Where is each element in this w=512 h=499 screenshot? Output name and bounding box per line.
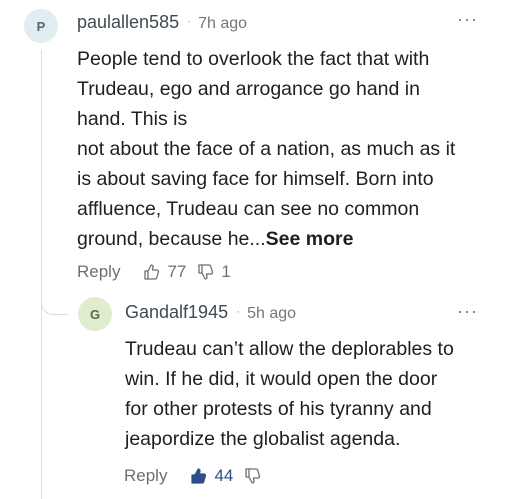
reply-button[interactable]: Reply [77,262,120,282]
comment-line: affluence, Trudeau can see no common [77,198,420,220]
more-options-icon[interactable]: ··· [457,10,478,28]
comment-line: is about saving face for himself. Born i… [77,168,434,190]
username[interactable]: paulallen585 [77,12,179,33]
reply-timestamp: 5h ago [247,305,297,322]
comment-body: People tend to overlook the fact that wi… [77,44,497,254]
like-count: 77 [167,262,187,281]
thumbs-down-icon[interactable] [243,466,263,486]
timestamp: 7h ago [198,15,248,32]
separator-dot: · [187,14,192,28]
reply-avatar[interactable]: G [78,297,112,331]
like-count: 44 [214,466,234,485]
comment-line: hand. This is [77,108,188,130]
reply-actions: Reply 44 [124,466,268,486]
thumbs-up-icon[interactable] [142,262,162,282]
reply-button[interactable]: Reply [124,466,167,486]
thread-line [41,50,42,499]
reply-connector [41,300,68,315]
reply-line: for other protests of his tyranny and [125,398,432,420]
reply-body: Trudeau can’t allow the deplorables to w… [125,334,500,454]
see-more-link[interactable]: See more [266,228,354,250]
dislike-count: 1 [221,262,231,281]
comment-header: paulallen585 · 7h ago [77,12,247,33]
comment-line: People tend to overlook the fact that wi… [77,48,430,70]
separator-dot: · [236,304,241,318]
reply-line: jeapordize the globalist agenda. [125,428,401,450]
reply-header: Gandalf1945 · 5h ago [125,302,296,323]
thumbs-down-icon[interactable] [196,262,216,282]
comment-line: not about the face of a nation, as much … [77,138,456,160]
avatar[interactable]: P [24,9,58,43]
reply-more-options-icon[interactable]: ··· [457,302,478,320]
comment-line-text: ground, because he... [77,228,266,250]
reply-line: win. If he did, it would open the door [125,368,438,390]
comment-last-line: ground, because he...See more [77,224,497,254]
thumbs-up-filled-icon[interactable] [189,466,209,486]
comment-actions: Reply 77 1 [77,262,241,282]
reply-username[interactable]: Gandalf1945 [125,302,228,323]
reply-line: Trudeau can’t allow the deplorables to [125,338,454,360]
comment-line: Trudeau, ego and arrogance go hand in [77,78,420,100]
